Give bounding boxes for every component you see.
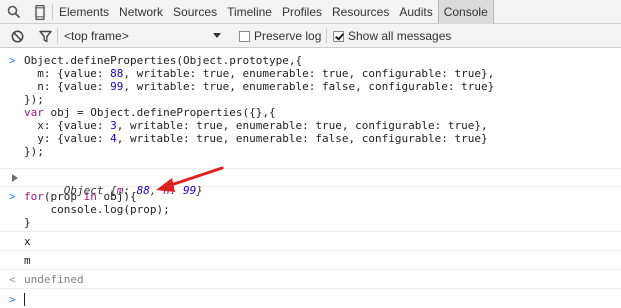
console-command-entry: > for(prop in obj){ console.log(prop); } — [0, 187, 621, 232]
show-all-messages-option[interactable]: Show all messages — [333, 29, 451, 43]
device-mode-icon[interactable] — [32, 4, 48, 20]
console-toolbar: <top frame> Preserve log Show all messag… — [0, 24, 621, 48]
input-prompt-icon: > — [9, 190, 16, 203]
clear-console-icon[interactable] — [9, 28, 25, 44]
code-line: n: {value: 99, writable: true, enumerabl… — [24, 80, 495, 93]
preserve-log-option[interactable]: Preserve log — [239, 29, 321, 43]
console-result-entry: < undefined — [0, 270, 621, 289]
code-line: Object.defineProperties(Object.prototype… — [24, 54, 303, 67]
code-line: for(prop in obj){ — [24, 190, 137, 203]
object-preview[interactable]: Object {m: 88, n: 99} — [24, 171, 621, 197]
tab-console[interactable]: Console — [437, 0, 494, 24]
code-line: } — [24, 216, 31, 229]
panel-tabs: Elements Network Sources Timeline Profil… — [54, 0, 494, 24]
filter-icon[interactable] — [37, 28, 53, 44]
tab-sources[interactable]: Sources — [168, 0, 222, 24]
code-line: }); — [24, 93, 44, 106]
expand-triangle-icon[interactable] — [12, 174, 18, 182]
input-prompt-icon: > — [9, 54, 16, 67]
console-log-output: m — [0, 251, 621, 270]
tab-network[interactable]: Network — [114, 0, 168, 24]
devtools-tabbar: Elements Network Sources Timeline Profil… — [0, 0, 621, 24]
console-command-entry: > Object.defineProperties(Object.prototy… — [0, 48, 621, 169]
code-line: m: {value: 88, writable: true, enumerabl… — [24, 67, 495, 80]
console-input-line[interactable]: > — [0, 289, 621, 308]
tab-resources[interactable]: Resources — [327, 0, 394, 24]
code-line: }); — [24, 145, 44, 158]
console-messages: > Object.defineProperties(Object.prototy… — [0, 48, 621, 308]
tab-profiles[interactable]: Profiles — [277, 0, 327, 24]
toolbar-divider — [326, 28, 327, 44]
code-line: console.log(prop); — [24, 203, 170, 216]
console-result-entry: Object {m: 88, n: 99} — [0, 169, 621, 197]
code-line: var obj = Object.defineProperties({},{ — [24, 106, 276, 119]
toolbar-divider — [57, 28, 58, 44]
result-value: undefined — [24, 273, 84, 286]
search-icon[interactable] — [6, 4, 22, 20]
chevron-down-icon[interactable] — [213, 33, 221, 38]
frame-select[interactable]: <top frame> — [64, 29, 129, 43]
console-log-output: x — [0, 232, 621, 251]
tab-elements[interactable]: Elements — [54, 0, 114, 24]
show-all-messages-checkbox[interactable] — [333, 30, 344, 42]
show-all-messages-label: Show all messages — [348, 29, 452, 43]
preserve-log-checkbox[interactable] — [239, 30, 250, 42]
result-marker-icon: < — [9, 273, 16, 286]
tab-timeline[interactable]: Timeline — [222, 0, 277, 24]
toolbar-divider — [52, 4, 53, 20]
input-prompt-icon: > — [9, 293, 16, 306]
preserve-log-label: Preserve log — [254, 29, 322, 43]
code-line: y: {value: 4, writable: true, enumerable… — [24, 132, 488, 145]
tab-audits[interactable]: Audits — [394, 0, 437, 24]
text-caret — [24, 293, 25, 306]
code-line: x: {value: 3, writable: true, enumerable… — [24, 119, 488, 132]
